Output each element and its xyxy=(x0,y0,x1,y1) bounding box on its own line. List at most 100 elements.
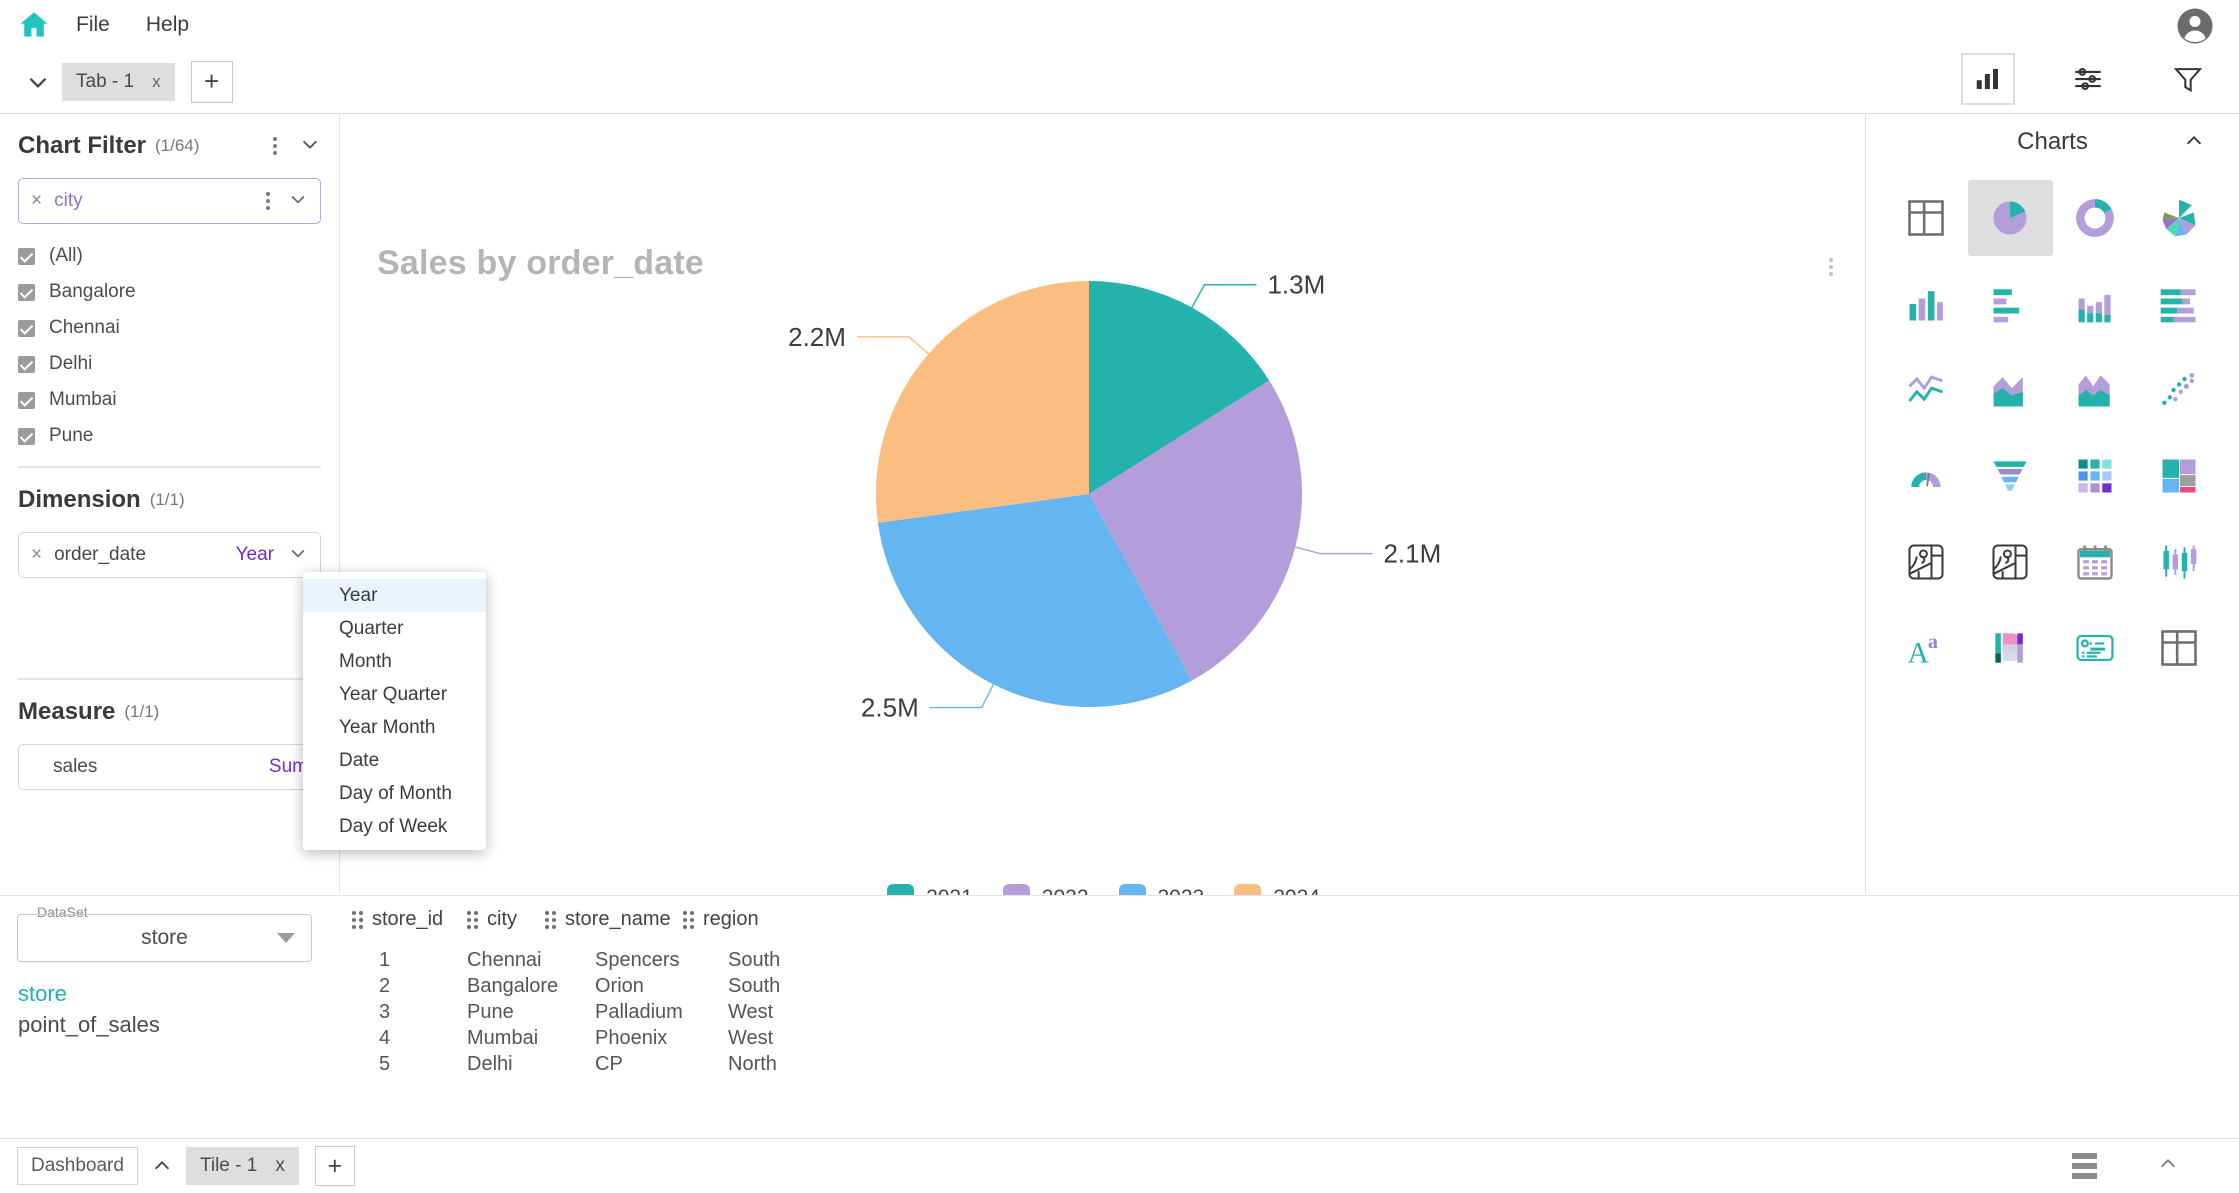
dropdown-item-month[interactable]: Month xyxy=(303,645,486,678)
checkbox[interactable] xyxy=(18,283,35,301)
dropdown-item-year-quarter[interactable]: Year Quarter xyxy=(303,678,486,711)
area-chart-icon[interactable] xyxy=(1968,352,2052,428)
chevron-up-icon[interactable] xyxy=(2157,1153,2179,1180)
stacked-area-chart-icon[interactable] xyxy=(2053,352,2137,428)
tab-item[interactable]: Tab - 1 x xyxy=(62,62,175,101)
chevron-down-icon[interactable] xyxy=(299,133,321,160)
chart-filter-field-city[interactable]: × city xyxy=(18,178,321,224)
drag-handle-icon[interactable] xyxy=(352,910,363,929)
tile-item[interactable]: Tile - 1 x xyxy=(185,1147,299,1185)
chevron-down-icon[interactable] xyxy=(14,69,62,95)
rose-chart-icon[interactable] xyxy=(2137,180,2221,256)
filter-toggle[interactable] xyxy=(2161,53,2215,105)
more-vertical-icon[interactable] xyxy=(269,133,281,159)
dropdown-item-quarter[interactable]: Quarter xyxy=(303,612,486,645)
candlestick-chart-icon[interactable] xyxy=(2137,524,2221,600)
pie-chart-icon[interactable] xyxy=(1968,180,2053,256)
hamburger-icon[interactable] xyxy=(2072,1153,2097,1179)
bar-chart-icon[interactable] xyxy=(1968,266,2052,342)
measure-title: Measure xyxy=(18,698,116,725)
checkbox[interactable] xyxy=(18,391,35,409)
table-column-store-name[interactable]: store_name xyxy=(545,908,683,931)
drag-handle-icon[interactable] xyxy=(545,910,556,929)
measure-field-sales[interactable]: sales Sum xyxy=(18,744,321,790)
filter-option-mumbai[interactable]: Mumbai xyxy=(18,382,321,418)
map-chart-icon[interactable] xyxy=(1884,524,1968,600)
charts-icon-grid: A a xyxy=(1866,170,2239,686)
checkbox[interactable] xyxy=(18,427,35,445)
drag-handle-icon[interactable] xyxy=(467,910,478,929)
dropdown-item-day-of-month[interactable]: Day of Month xyxy=(303,777,486,810)
svg-text:A: A xyxy=(1908,638,1929,670)
table-column-region[interactable]: region xyxy=(683,908,793,931)
chart-view-toggle[interactable] xyxy=(1961,53,2015,105)
donut-chart-icon[interactable] xyxy=(2053,180,2137,256)
stacked-column-chart-icon[interactable] xyxy=(2053,266,2137,342)
funnel-chart-icon[interactable] xyxy=(1968,438,2052,514)
menu-item-file[interactable]: File xyxy=(62,9,124,41)
dataset-table-point-of-sales[interactable]: point_of_sales xyxy=(18,1009,160,1040)
avatar[interactable] xyxy=(2175,6,2215,51)
chevron-down-icon[interactable] xyxy=(288,543,308,568)
chevron-up-icon[interactable] xyxy=(2183,130,2205,157)
add-tile-button[interactable]: + xyxy=(314,1146,355,1186)
dataset-table-store[interactable]: store xyxy=(18,978,160,1009)
status-bar: Dashboard Tile - 1 x + xyxy=(0,1138,2239,1193)
filter-option-all[interactable]: (All) xyxy=(18,238,321,274)
add-tab-button[interactable]: + xyxy=(190,60,233,103)
table-chart-icon[interactable] xyxy=(1884,180,1968,256)
wordcloud-chart-icon[interactable] xyxy=(1968,610,2052,686)
checkbox[interactable] xyxy=(18,355,35,373)
kpi-card-icon[interactable] xyxy=(2053,610,2137,686)
dashboard-button[interactable]: Dashboard xyxy=(17,1147,138,1185)
text-chart-icon[interactable]: A a xyxy=(1884,610,1968,686)
pivot-table-icon[interactable] xyxy=(2137,610,2221,686)
cell-store-id: 1 xyxy=(378,949,391,971)
table-column-store-id[interactable]: store_id xyxy=(352,908,467,931)
drag-handle-icon[interactable] xyxy=(683,910,694,929)
dataset-select[interactable]: store xyxy=(17,914,312,962)
filter-option-delhi[interactable]: Delhi xyxy=(18,346,321,382)
heatmap-chart-icon[interactable] xyxy=(2053,438,2137,514)
cell-store-id: 3 xyxy=(378,1001,391,1023)
more-vertical-icon[interactable] xyxy=(262,188,274,214)
dropdown-item-day-of-week[interactable]: Day of Week xyxy=(303,810,486,843)
remove-field-icon[interactable]: × xyxy=(31,190,42,212)
table-column-city[interactable]: city xyxy=(467,908,545,931)
dimension-granularity-value[interactable]: Year xyxy=(236,544,274,566)
pie-slice-2024[interactable] xyxy=(876,281,1089,523)
filter-option-chennai[interactable]: Chennai xyxy=(18,310,321,346)
close-icon[interactable]: x xyxy=(152,72,161,92)
dimension-field-order-date[interactable]: × order_date Year xyxy=(18,532,321,578)
dropdown-item-year[interactable]: Year xyxy=(303,579,486,612)
map-bubble-chart-icon[interactable] xyxy=(1968,524,2052,600)
close-icon[interactable]: x xyxy=(275,1155,285,1177)
dropdown-item-year-month[interactable]: Year Month xyxy=(303,711,486,744)
cell-region: West xyxy=(728,1027,774,1049)
dropdown-item-date[interactable]: Date xyxy=(303,744,486,777)
caret-down-icon[interactable] xyxy=(277,933,295,943)
pie-chart-svg[interactable]: 1.3M 2.1M 2.5M 2.2M xyxy=(341,239,1866,839)
menu-item-help[interactable]: Help xyxy=(132,9,203,41)
tab-label: Tab - 1 xyxy=(76,70,135,92)
line-chart-icon[interactable] xyxy=(1884,352,1968,428)
chevron-down-icon[interactable] xyxy=(288,189,308,214)
remove-field-icon[interactable]: × xyxy=(31,544,42,566)
filter-option-label: Bangalore xyxy=(49,281,136,302)
gauge-chart-icon[interactable] xyxy=(1884,438,1968,514)
table-row: 5 Delhi CP North xyxy=(352,1051,793,1077)
settings-sliders-toggle[interactable] xyxy=(2061,53,2115,105)
cell-region: West xyxy=(728,1001,774,1023)
treemap-chart-icon[interactable] xyxy=(2137,438,2221,514)
dimension-granularity-dropdown[interactable]: Year Quarter Month Year Quarter Year Mon… xyxy=(303,572,486,850)
column-chart-icon[interactable] xyxy=(1884,266,1968,342)
filter-option-pune[interactable]: Pune xyxy=(18,418,321,454)
calendar-chart-icon[interactable] xyxy=(2053,524,2137,600)
chevron-up-icon[interactable] xyxy=(151,1155,173,1177)
checkbox[interactable] xyxy=(18,319,35,337)
checkbox[interactable] xyxy=(18,247,35,265)
filter-option-bangalore[interactable]: Bangalore xyxy=(18,274,321,310)
home-icon[interactable] xyxy=(14,5,54,45)
scatter-chart-icon[interactable] xyxy=(2137,352,2221,428)
stacked-bar-chart-icon[interactable] xyxy=(2137,266,2221,342)
